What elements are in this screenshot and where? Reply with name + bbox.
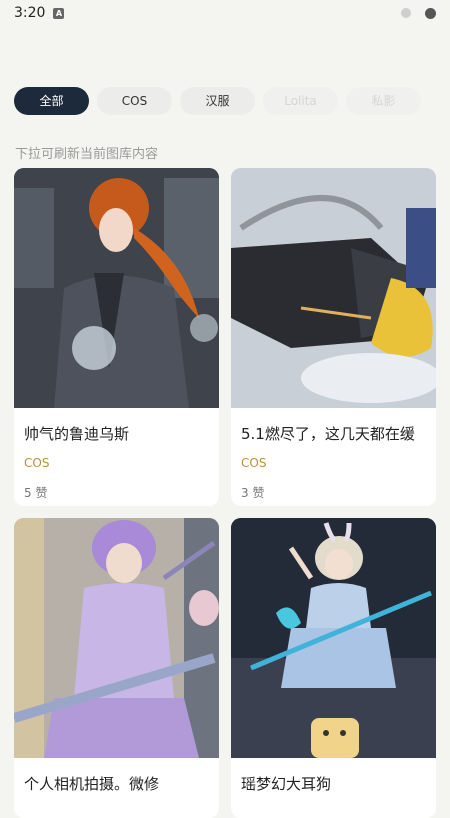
post-title: 5.1燃尽了，这几天都在缓 [241, 425, 415, 443]
post-tag: COS [24, 456, 50, 470]
battery-icon [425, 7, 436, 19]
post-card-4[interactable]: 瑶梦幻大耳狗 [231, 518, 436, 818]
post-card-1[interactable]: 帅气的鲁迪乌斯 COS 5 赞 [14, 168, 219, 506]
post-tag: COS [241, 456, 267, 470]
post-card-2[interactable]: 5.1燃尽了，这几天都在缓 COS 3 赞 [231, 168, 436, 506]
status-time: 3:20 [14, 5, 46, 21]
post-card-3[interactable]: 个人相机拍摄。微修 [14, 518, 219, 818]
network-icon [401, 8, 411, 18]
tab-lolita[interactable]: Lolita [263, 87, 338, 115]
notification-icon: A [53, 7, 65, 19]
tab-private[interactable]: 私影 [346, 87, 421, 115]
post-title: 帅气的鲁迪乌斯 [24, 425, 130, 443]
status-bar: 3:20 A [0, 0, 450, 26]
post-title: 瑶梦幻大耳狗 [241, 775, 332, 793]
tab-cos[interactable]: COS [97, 87, 172, 115]
post-image[interactable] [14, 518, 219, 758]
post-image[interactable] [14, 168, 219, 408]
post-likes: 3 赞 [241, 486, 265, 500]
tab-all[interactable]: 全部 [14, 87, 89, 115]
post-likes: 5 赞 [24, 486, 48, 500]
category-tabs: 全部 COS 汉服 Lolita 私影 [14, 87, 421, 115]
post-image[interactable] [231, 518, 436, 758]
post-image[interactable] [231, 168, 436, 408]
tab-hanfu[interactable]: 汉服 [180, 87, 255, 115]
pull-refresh-hint: 下拉可刷新当前图库内容 [15, 147, 159, 162]
post-title: 个人相机拍摄。微修 [24, 775, 160, 793]
